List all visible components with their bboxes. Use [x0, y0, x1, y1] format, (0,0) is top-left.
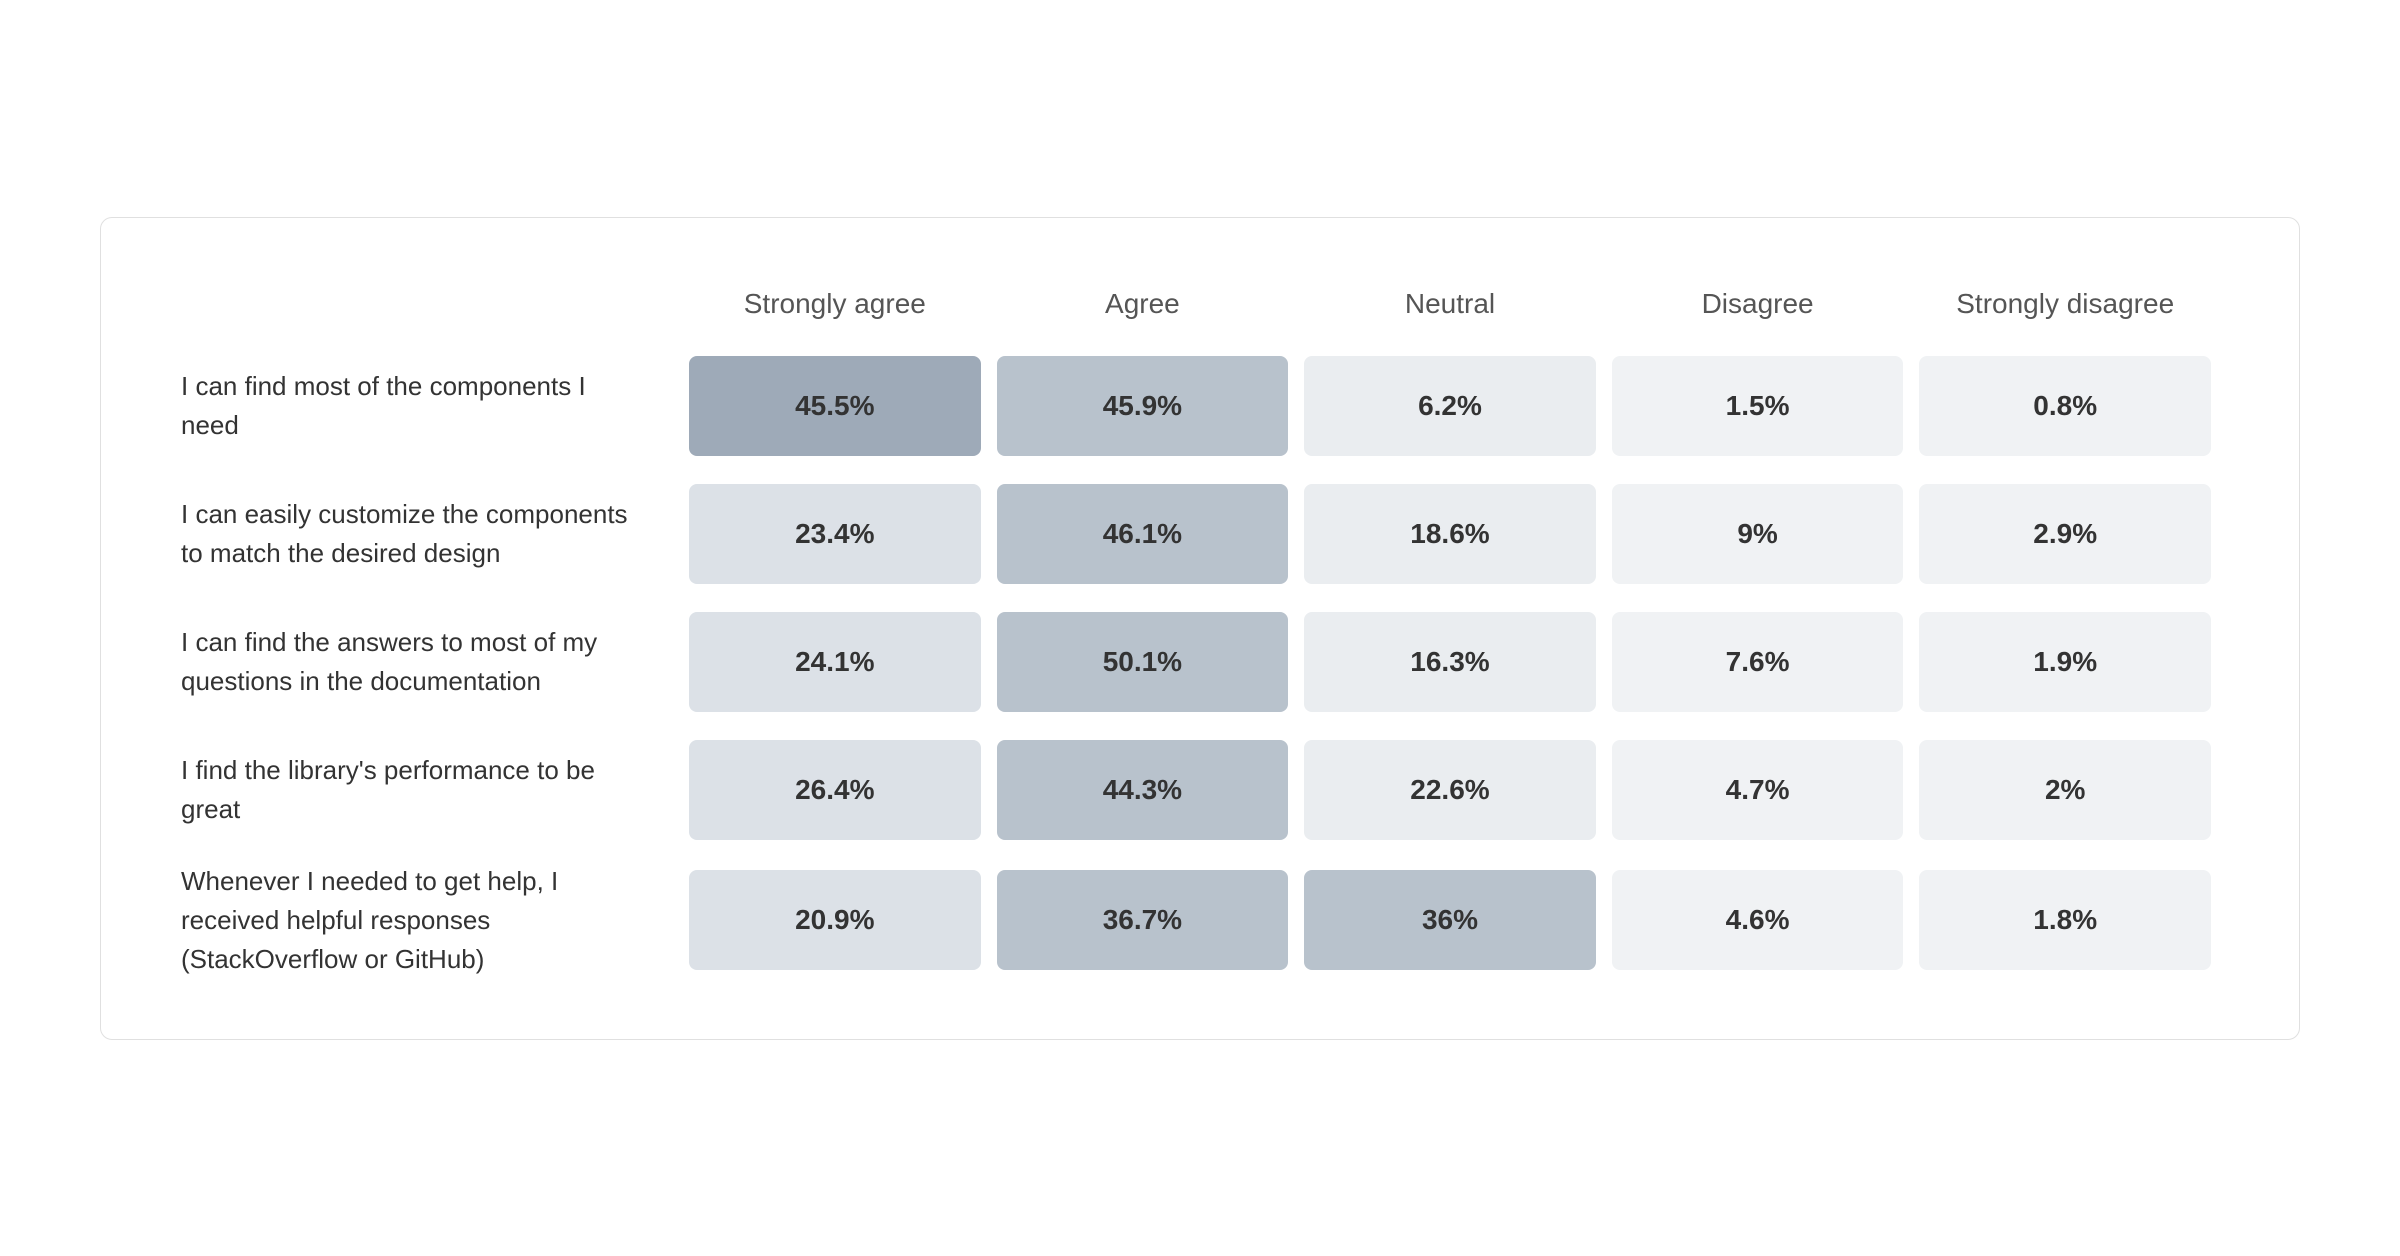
data-cell-r3-c1: 44.3% [997, 740, 1289, 840]
data-cell-r1-c1: 46.1% [997, 484, 1289, 584]
table-body: I can find most of the components I need… [181, 350, 2219, 979]
data-cell-r2-c0: 24.1% [689, 612, 981, 712]
data-cell-r3-c3: 4.7% [1612, 740, 1904, 840]
table-row: Whenever I needed to get help, I receive… [181, 862, 2219, 979]
data-cell-r1-c2: 18.6% [1304, 484, 1596, 584]
data-cell-r4-c0: 20.9% [689, 870, 981, 970]
data-cell-r4-c1: 36.7% [997, 870, 1289, 970]
data-cell-r0-c0: 45.5% [689, 356, 981, 456]
row-label-4: Whenever I needed to get help, I receive… [181, 862, 681, 979]
data-cell-r2-c3: 7.6% [1612, 612, 1904, 712]
header-agree: Agree [989, 278, 1297, 330]
data-cell-r2-c1: 50.1% [997, 612, 1289, 712]
row-label-1: I can easily customize the components to… [181, 495, 681, 573]
table-row: I find the library's performance to be g… [181, 734, 2219, 846]
row-label-2: I can find the answers to most of my que… [181, 623, 681, 701]
data-cell-r4-c4: 1.8% [1919, 870, 2211, 970]
header-disagree: Disagree [1604, 278, 1912, 330]
row-label-0: I can find most of the components I need [181, 367, 681, 445]
header-strongly-disagree: Strongly disagree [1911, 278, 2219, 330]
data-cell-r4-c2: 36% [1304, 870, 1596, 970]
data-cell-r1-c4: 2.9% [1919, 484, 2211, 584]
data-cell-r3-c0: 26.4% [689, 740, 981, 840]
header-strongly-agree: Strongly agree [681, 278, 989, 330]
table-row: I can find the answers to most of my que… [181, 606, 2219, 718]
data-cell-r4-c3: 4.6% [1612, 870, 1904, 970]
data-cell-r0-c3: 1.5% [1612, 356, 1904, 456]
data-cell-r0-c4: 0.8% [1919, 356, 2211, 456]
row-label-3: I find the library's performance to be g… [181, 751, 681, 829]
data-cell-r2-c2: 16.3% [1304, 612, 1596, 712]
main-container: Strongly agree Agree Neutral Disagree St… [100, 217, 2300, 1040]
survey-table: Strongly agree Agree Neutral Disagree St… [181, 278, 2219, 979]
data-cell-r0-c1: 45.9% [997, 356, 1289, 456]
table-row: I can easily customize the components to… [181, 478, 2219, 590]
header-neutral: Neutral [1296, 278, 1604, 330]
data-cell-r3-c4: 2% [1919, 740, 2211, 840]
data-cell-r3-c2: 22.6% [1304, 740, 1596, 840]
data-cell-r1-c0: 23.4% [689, 484, 981, 584]
header-empty-cell [181, 278, 681, 330]
data-cell-r0-c2: 6.2% [1304, 356, 1596, 456]
data-cell-r1-c3: 9% [1612, 484, 1904, 584]
data-cell-r2-c4: 1.9% [1919, 612, 2211, 712]
table-row: I can find most of the components I need… [181, 350, 2219, 462]
table-header: Strongly agree Agree Neutral Disagree St… [181, 278, 2219, 330]
